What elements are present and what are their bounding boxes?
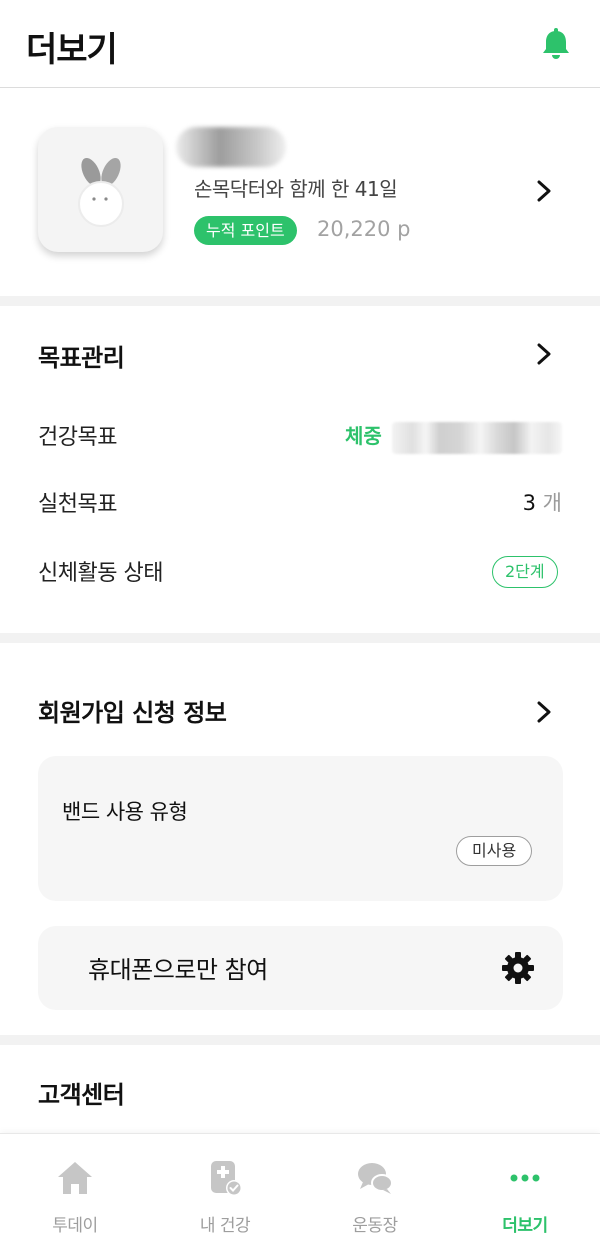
practice-unit: 개 bbox=[542, 491, 562, 515]
practice-goal-count: 3 개 bbox=[523, 487, 562, 517]
home-icon bbox=[58, 1162, 92, 1194]
tab-label: 내 건강 bbox=[199, 1216, 251, 1236]
chevron-right-icon[interactable] bbox=[533, 180, 555, 202]
tab-label: 운동장 bbox=[352, 1216, 398, 1236]
band-usage-card: 밴드 사용 유형 미사용 bbox=[38, 756, 563, 901]
points-value: 20,220 p bbox=[317, 217, 411, 241]
signup-info-title: 회원가입 신청 정보 bbox=[38, 699, 227, 727]
gear-icon[interactable] bbox=[500, 950, 536, 986]
header: 더보기 bbox=[0, 0, 600, 88]
band-usage-badge: 미사용 bbox=[456, 836, 533, 866]
weight-goal-redacted bbox=[392, 422, 562, 454]
user-name-redacted bbox=[176, 127, 286, 167]
tab-playground[interactable]: 운동장 bbox=[300, 1134, 450, 1255]
health-goal-label: 건강목표 bbox=[38, 425, 117, 450]
section-divider bbox=[0, 1035, 600, 1045]
health-record-icon bbox=[211, 1161, 242, 1196]
points-badge: 누적 포인트 bbox=[194, 216, 297, 245]
signup-info-section: 회원가입 신청 정보 밴드 사용 유형 미사용 휴대폰으로만 참여 bbox=[0, 643, 600, 1035]
activity-status-label: 신체활동 상태 bbox=[38, 561, 163, 586]
more-dots-icon bbox=[510, 1174, 540, 1182]
bell-icon[interactable] bbox=[538, 26, 574, 62]
tab-label: 더보기 bbox=[502, 1216, 548, 1236]
section-divider bbox=[0, 633, 600, 643]
phone-only-label: 휴대폰으로만 참여 bbox=[88, 956, 268, 984]
tab-more[interactable]: 더보기 bbox=[450, 1134, 600, 1255]
practice-count: 3 bbox=[522, 491, 536, 515]
profile-section[interactable]: 손목닥터와 함께 한 41일 누적 포인트 20,220 p bbox=[0, 89, 600, 296]
chevron-right-icon[interactable] bbox=[533, 343, 555, 365]
practice-goal-label: 실천목표 bbox=[38, 492, 117, 517]
phone-only-card[interactable]: 휴대폰으로만 참여 bbox=[38, 926, 563, 1010]
chevron-right-icon[interactable] bbox=[533, 701, 555, 723]
chat-bubbles-icon bbox=[358, 1163, 393, 1194]
page-title: 더보기 bbox=[26, 30, 118, 70]
customer-center-section[interactable]: 고객센터 bbox=[0, 1045, 600, 1133]
customer-center-title: 고객센터 bbox=[38, 1081, 125, 1109]
section-divider bbox=[0, 296, 600, 306]
goal-management-section: 목표관리 건강목표 체중 실천목표 3 개 신체활동 상태 2단계 bbox=[0, 306, 600, 633]
tab-label: 투데이 bbox=[52, 1216, 98, 1236]
days-together-text: 손목닥터와 함께 한 41일 bbox=[194, 177, 398, 201]
band-usage-title: 밴드 사용 유형 bbox=[62, 800, 188, 824]
tab-today[interactable]: 투데이 bbox=[0, 1134, 150, 1255]
activity-level-badge: 2단계 bbox=[492, 556, 558, 588]
tab-my-health[interactable]: 내 건강 bbox=[150, 1134, 300, 1255]
goal-management-title: 목표관리 bbox=[38, 344, 125, 372]
weight-goal-label: 체중 bbox=[345, 424, 382, 448]
bottom-tab-bar: 투데이 내 건강 운동장 더보기 bbox=[0, 1133, 600, 1255]
rabbit-character-icon bbox=[78, 157, 124, 227]
avatar bbox=[38, 127, 163, 252]
